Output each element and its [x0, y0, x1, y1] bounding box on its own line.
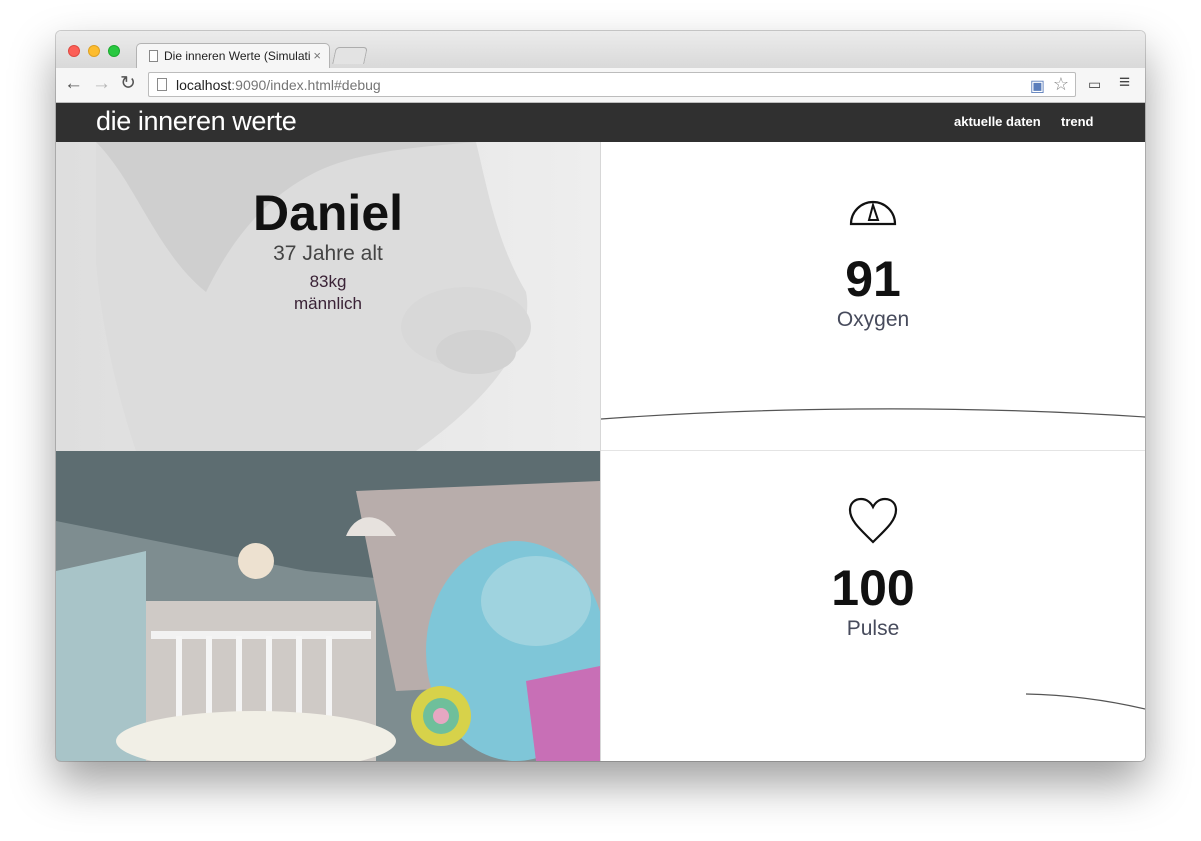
profile-age: 37 Jahre alt [273, 242, 383, 265]
tab-close-icon[interactable]: × [313, 48, 321, 63]
bookmark-star-icon[interactable]: ☆ [1053, 74, 1069, 95]
zoom-window-button[interactable] [108, 45, 120, 57]
minimize-window-button[interactable] [88, 45, 100, 57]
reload-icon[interactable]: ↻ [120, 73, 136, 95]
forward-arrow-icon[interactable]: → [92, 73, 111, 95]
oxygen-panel: 91 Oxygen [601, 142, 1145, 451]
extension-cube-icon[interactable]: ▣ [1030, 76, 1045, 96]
url-host: localhost [176, 77, 232, 93]
pulse-trend-line [1025, 693, 1145, 710]
browser-tab[interactable]: Die inneren Werte (Simulati × [136, 43, 330, 70]
new-tab-button[interactable] [332, 47, 368, 64]
tab-title: Die inneren Werte (Simulati [164, 49, 310, 63]
page-icon [149, 50, 158, 62]
profile-panel: Daniel 37 Jahre alt 83kg männlich [56, 142, 600, 451]
browser-window: Die inneren Werte (Simulati × ← → ↻ loca… [56, 31, 1145, 761]
tab-strip: Die inneren Werte (Simulati × [56, 31, 1145, 70]
nav-link-trend[interactable]: trend [1061, 114, 1094, 129]
url-text[interactable]: localhost:9090/index.html#debug [176, 77, 381, 93]
webcam-image [56, 451, 600, 761]
profile-name: Daniel [252, 185, 404, 241]
browser-toolbar: ← → ↻ localhost:9090/index.html#debug ▣ … [56, 68, 1145, 103]
pulse-panel: 100 Pulse [601, 451, 1145, 761]
site-navbar: die inneren werte aktuelle daten trend [56, 103, 1145, 142]
address-bar[interactable]: localhost:9090/index.html#debug ▣ ☆ [148, 72, 1076, 97]
webcam-feed [56, 451, 600, 761]
site-brand[interactable]: die inneren werte [96, 106, 297, 137]
oxygen-trend-line [601, 408, 1145, 420]
nav-link-aktuelle-daten[interactable]: aktuelle daten [954, 114, 1041, 129]
panel-divider [600, 142, 601, 761]
back-arrow-icon[interactable]: ← [64, 73, 83, 95]
page-icon [157, 78, 167, 91]
cast-icon[interactable]: ▭ [1088, 76, 1101, 93]
menu-icon[interactable]: ≡ [1119, 72, 1130, 94]
profile-weight: 83kg [309, 272, 347, 291]
profile-gender: männlich [293, 294, 363, 313]
close-window-button[interactable] [68, 45, 80, 57]
url-path: :9090/index.html#debug [231, 77, 381, 93]
